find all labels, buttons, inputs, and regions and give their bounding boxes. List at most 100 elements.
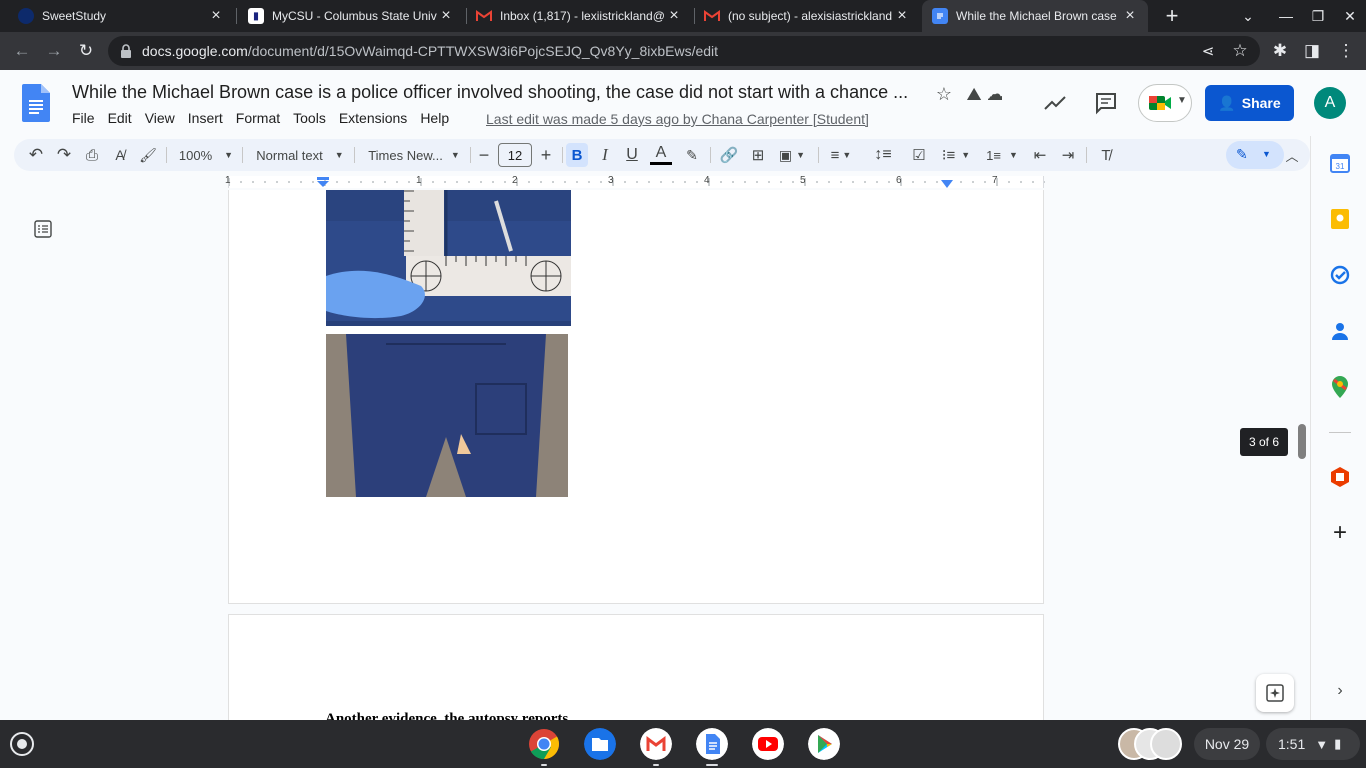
files-app-icon[interactable] [584, 728, 616, 760]
extensions-puzzle-icon[interactable]: ✱ [1268, 39, 1292, 63]
bulleted-list-icon[interactable]: ⁝≡ ▼ [938, 143, 974, 167]
right-indent-marker-icon[interactable] [941, 180, 953, 188]
ruler-track[interactable] [228, 176, 1045, 188]
play-store-app-icon[interactable] [808, 728, 840, 760]
document-canvas[interactable]: Another evidence, the autopsy reports [14, 190, 1310, 720]
insert-link-icon[interactable]: 🔗 [718, 143, 740, 167]
share-button[interactable]: 👤 Share [1205, 85, 1294, 121]
office-addon-icon[interactable] [1329, 466, 1351, 488]
move-to-drive-icon[interactable]: ⛰ [962, 82, 986, 106]
explore-button[interactable] [1256, 674, 1294, 712]
add-comment-icon[interactable]: ⊞ [748, 143, 768, 167]
redo-icon[interactable]: ↷ [54, 143, 74, 167]
activity-trend-icon[interactable] [1043, 91, 1067, 115]
bold-button[interactable]: B [566, 143, 588, 167]
keep-notes-icon[interactable] [1329, 208, 1351, 230]
document-page[interactable] [228, 190, 1044, 604]
tab-search-chevron-icon[interactable]: ⌄ [1236, 4, 1260, 28]
status-area[interactable]: 1:51 ▼ ▮ [1266, 728, 1360, 760]
checklist-icon[interactable]: ☑ [908, 143, 930, 167]
google-docs-logo-icon[interactable] [22, 84, 50, 122]
document-outline-icon[interactable] [34, 220, 52, 238]
left-indent-marker-icon[interactable] [317, 177, 329, 187]
address-bar[interactable]: docs.google.com/document/d/15OvWaimqd-CP… [108, 36, 1260, 66]
font-size-input[interactable]: 12 [498, 143, 532, 167]
close-tab-icon[interactable]: × [666, 7, 682, 24]
tasks-icon[interactable] [1329, 264, 1351, 286]
forward-arrow-icon[interactable]: → [42, 39, 66, 63]
increase-font-size-icon[interactable]: + [536, 143, 556, 167]
line-spacing-icon[interactable]: ↕≡ [872, 143, 894, 167]
browser-tab[interactable]: (no subject) - alexisiastrickland × [694, 0, 920, 32]
star-icon[interactable]: ☆ [932, 82, 956, 106]
italic-button[interactable]: I [596, 143, 614, 167]
insert-image-icon[interactable]: ▣ ▼ [776, 143, 808, 167]
page-heading-text[interactable]: Another evidence, the autopsy reports [325, 711, 568, 720]
decrease-font-size-icon[interactable]: − [474, 143, 494, 167]
menu-extensions[interactable]: Extensions [339, 110, 407, 126]
minimize-icon[interactable]: — [1274, 4, 1298, 28]
print-icon[interactable]: ⎙ [82, 143, 102, 167]
highlight-pen-icon[interactable]: ✎ [682, 143, 702, 167]
bookmark-star-icon[interactable]: ☆ [1228, 39, 1252, 63]
browser-tab[interactable]: SweetStudy × [8, 0, 234, 32]
numbered-list-icon[interactable]: 1≡ ▼ [984, 143, 1020, 167]
menu-format[interactable]: Format [236, 110, 280, 126]
comments-icon[interactable] [1094, 91, 1118, 115]
document-page[interactable]: Another evidence, the autopsy reports [228, 614, 1044, 720]
last-edit-link[interactable]: Last edit was made 5 days ago by Chana C… [486, 111, 869, 127]
document-title[interactable]: While the Michael Brown case is a police… [72, 82, 908, 103]
expand-panel-chevron-icon[interactable]: › [1329, 680, 1351, 702]
hide-menus-chevron-up-icon[interactable]: ︿ [1282, 143, 1302, 167]
gmail-app-icon[interactable] [640, 728, 672, 760]
add-addon-plus-icon[interactable]: + [1329, 519, 1351, 546]
back-arrow-icon[interactable]: ← [10, 39, 34, 63]
spellcheck-icon[interactable]: A̸ [110, 143, 130, 167]
menu-view[interactable]: View [145, 110, 175, 126]
browser-tab[interactable]: Inbox (1,817) - lexiistrickland@ × [466, 0, 692, 32]
font-family-select[interactable]: Times New... ▼ [366, 143, 462, 167]
paragraph-style-select[interactable]: Normal text ▼ [252, 143, 348, 167]
menu-help[interactable]: Help [420, 110, 449, 126]
launcher-icon[interactable] [10, 732, 34, 756]
contacts-icon[interactable] [1329, 320, 1351, 342]
maximize-icon[interactable]: ❐ [1306, 4, 1330, 28]
paint-format-icon[interactable]: 🖌 [138, 143, 158, 167]
chrome-app-icon[interactable] [528, 728, 560, 760]
close-tab-icon[interactable]: × [1122, 7, 1138, 24]
editing-mode-button[interactable]: ✎ ▼ [1226, 141, 1284, 169]
browser-tab[interactable]: ▮ MyCSU - Columbus State Univ × [238, 0, 464, 32]
clear-formatting-icon[interactable]: T̸ [1096, 143, 1116, 167]
close-tab-icon[interactable]: × [894, 7, 910, 24]
docs-app-icon[interactable] [696, 728, 728, 760]
evidence-photo-pants-image[interactable] [326, 334, 568, 497]
align-left-icon[interactable]: ≡ ▼ [826, 143, 856, 167]
zoom-select[interactable]: 100% ▼ [176, 143, 236, 167]
reload-icon[interactable]: ↻ [74, 39, 98, 63]
underline-button[interactable]: U [623, 143, 641, 167]
maps-icon[interactable] [1329, 376, 1351, 398]
account-avatar[interactable]: A [1314, 87, 1346, 119]
holding-space-thumbnails[interactable] [1118, 728, 1182, 760]
decrease-indent-icon[interactable]: ⇤ [1030, 143, 1050, 167]
share-page-icon[interactable]: ⋖ [1196, 39, 1220, 63]
youtube-app-icon[interactable] [752, 728, 784, 760]
increase-indent-icon[interactable]: ⇥ [1058, 143, 1078, 167]
new-tab-plus-icon[interactable]: + [1160, 3, 1184, 28]
menu-tools[interactable]: Tools [293, 110, 326, 126]
close-tab-icon[interactable]: × [438, 7, 454, 24]
side-panel-icon[interactable]: ◨ [1300, 39, 1324, 63]
meet-call-button[interactable]: ▼ [1138, 84, 1192, 122]
evidence-photo-scale-image[interactable] [326, 190, 571, 326]
text-color-button[interactable]: A [650, 143, 672, 165]
menu-edit[interactable]: Edit [108, 110, 132, 126]
close-window-icon[interactable]: ✕ [1338, 4, 1362, 28]
date-pill[interactable]: Nov 29 [1194, 728, 1260, 760]
menu-insert[interactable]: Insert [188, 110, 223, 126]
scrollbar-thumb[interactable] [1298, 424, 1306, 459]
undo-icon[interactable]: ↶ [26, 143, 46, 167]
menu-file[interactable]: File [72, 110, 95, 126]
browser-tab-active[interactable]: While the Michael Brown case × [922, 0, 1148, 32]
close-tab-icon[interactable]: × [208, 7, 224, 24]
browser-menu-icon[interactable]: ⋮ [1334, 39, 1358, 63]
